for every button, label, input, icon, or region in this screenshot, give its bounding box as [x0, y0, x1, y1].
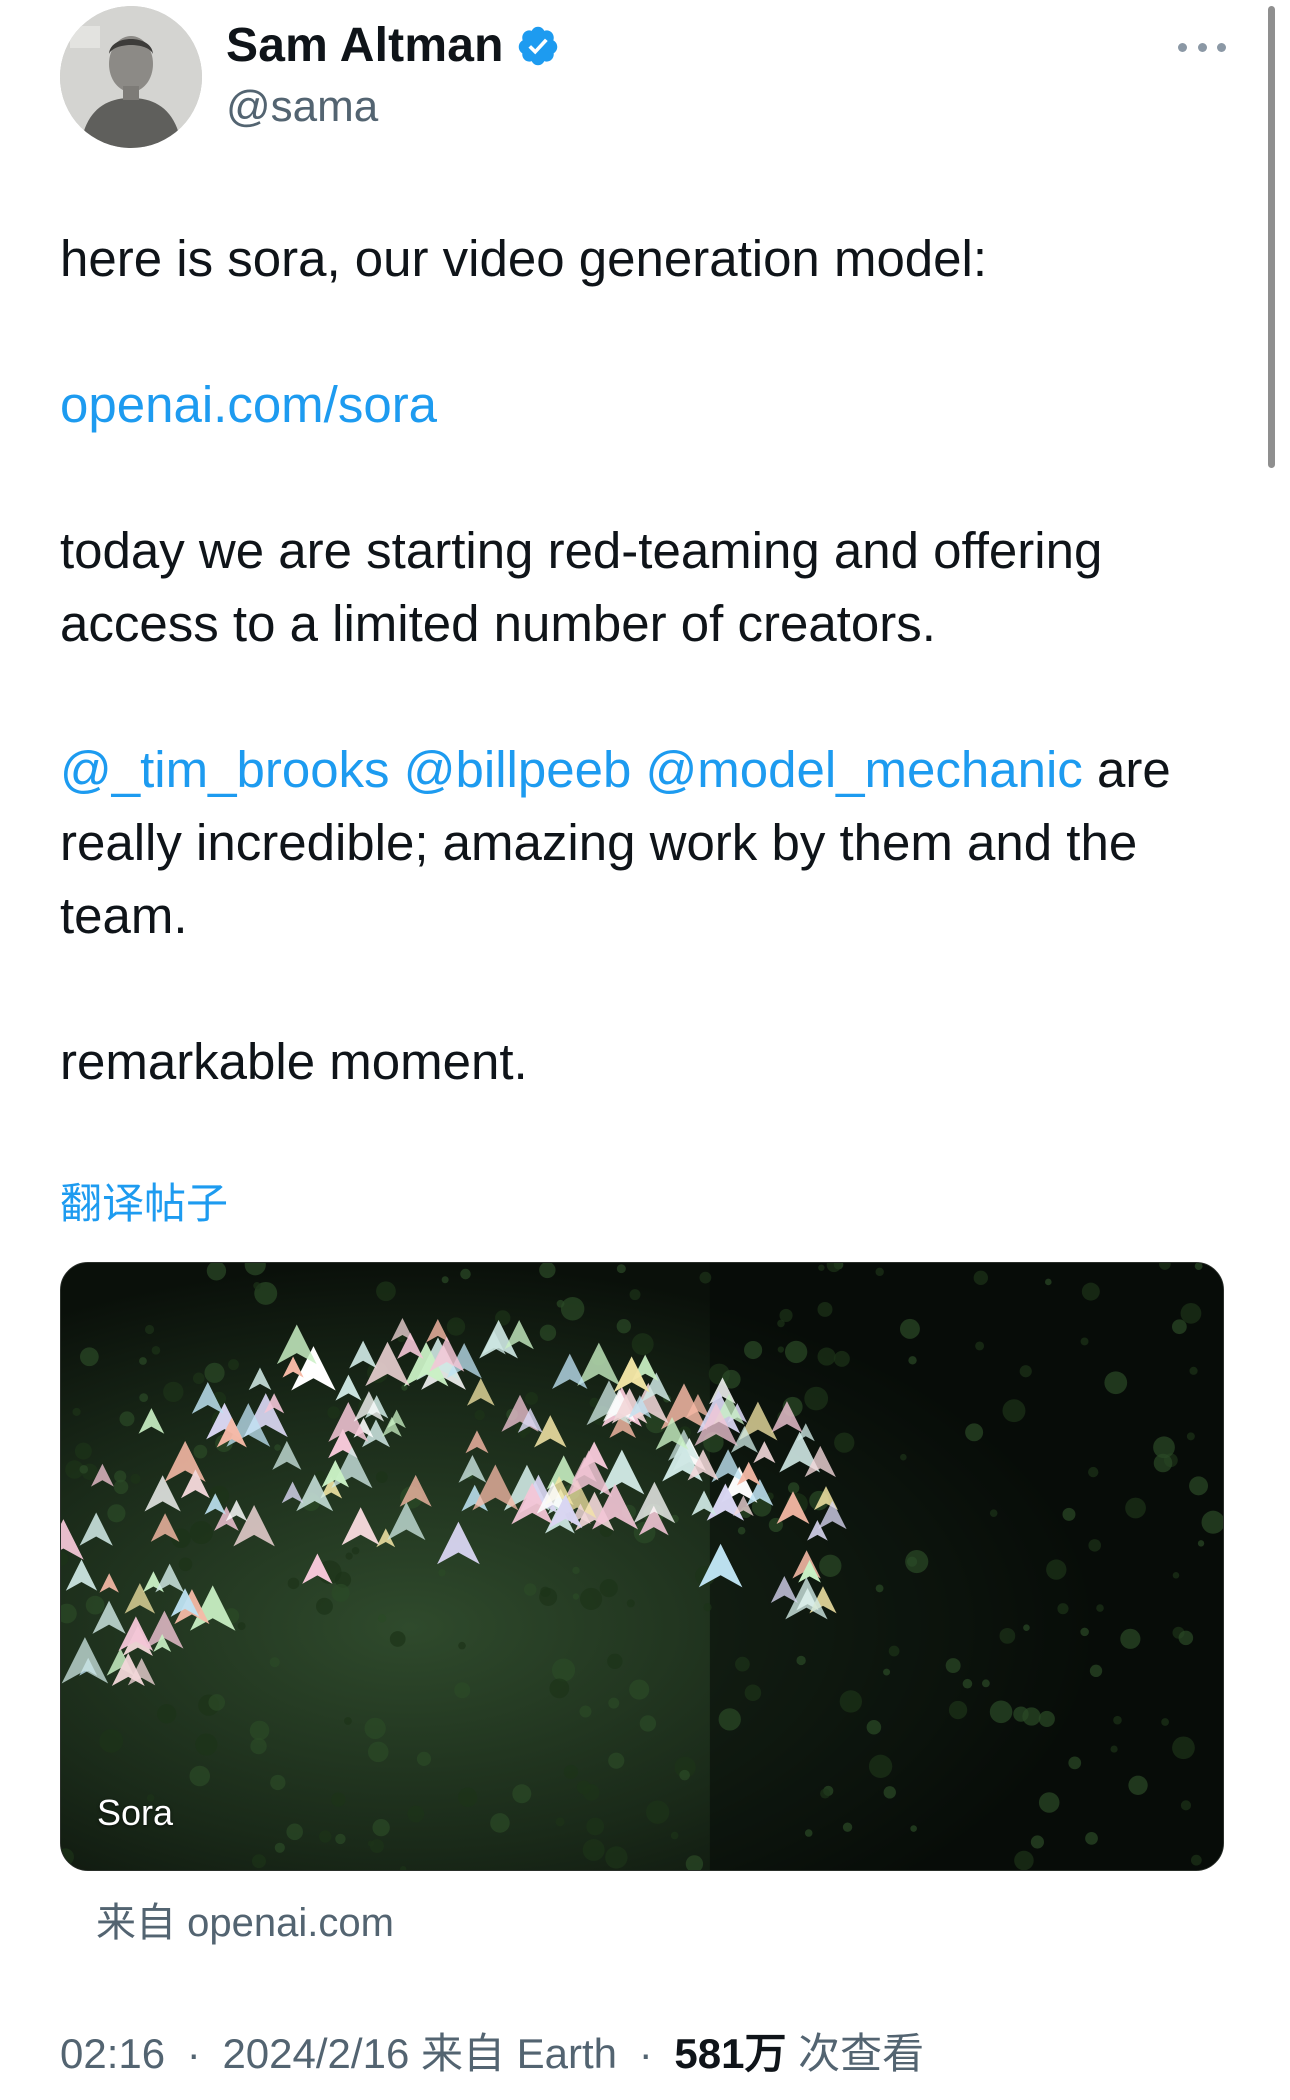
mention-tim-brooks[interactable]: @_tim_brooks: [60, 741, 390, 798]
author-name[interactable]: Sam Altman: [226, 18, 560, 73]
avatar-image: [60, 6, 202, 148]
more-dot: [1217, 42, 1226, 52]
tweet-page: Sam Altman @sama here is sora, our video…: [0, 0, 1290, 2100]
tweet-paragraph-4: remarkable moment.: [60, 1033, 528, 1090]
mention-billpeeb[interactable]: @billpeeb: [404, 741, 632, 798]
view-label: 次查看: [798, 2030, 925, 2077]
media-label: Sora: [97, 1792, 174, 1833]
meta-separator: ·: [186, 2030, 201, 2077]
view-count[interactable]: 581万: [674, 2030, 786, 2077]
media-card[interactable]: Sora: [60, 1262, 1224, 1871]
more-dot: [1178, 42, 1187, 52]
tweet-paragraph-3: @_tim_brooks @billpeeb @model_mechanic a…: [60, 733, 1230, 952]
meta-separator: ·: [638, 2030, 653, 2077]
video-thumbnail: [61, 1263, 1223, 1870]
mention-model-mechanic[interactable]: @model_mechanic: [646, 741, 1083, 798]
link-openai-sora[interactable]: openai.com/sora: [60, 376, 437, 433]
more-horizontal-icon[interactable]: [1178, 38, 1226, 56]
tweet-paragraph-2: today we are starting red-teaming and of…: [60, 522, 1103, 652]
tweet-meta: 02:16 · 2024/2/16 来自 Earth · 581万 次查看: [60, 2020, 924, 2081]
card-source-link[interactable]: 来自 openai.com: [96, 1890, 394, 1948]
avatar[interactable]: [60, 6, 202, 148]
tweet-date[interactable]: 2024/2/16: [222, 2030, 409, 2077]
translate-post-link[interactable]: 翻译帖子: [60, 1170, 228, 1231]
tweet-line-1: here is sora, our video generation model…: [60, 230, 988, 287]
verified-badge-icon: [516, 24, 560, 68]
tweet-source: 来自 Earth: [420, 2030, 618, 2077]
scrollbar[interactable]: [1268, 6, 1275, 468]
tweet-time[interactable]: 02:16: [60, 2030, 165, 2077]
author-handle[interactable]: @sama: [226, 82, 378, 132]
author-name-text: Sam Altman: [226, 19, 504, 72]
more-dot: [1197, 42, 1207, 52]
tweet-text: here is sora, our video generation model…: [60, 222, 1230, 1098]
